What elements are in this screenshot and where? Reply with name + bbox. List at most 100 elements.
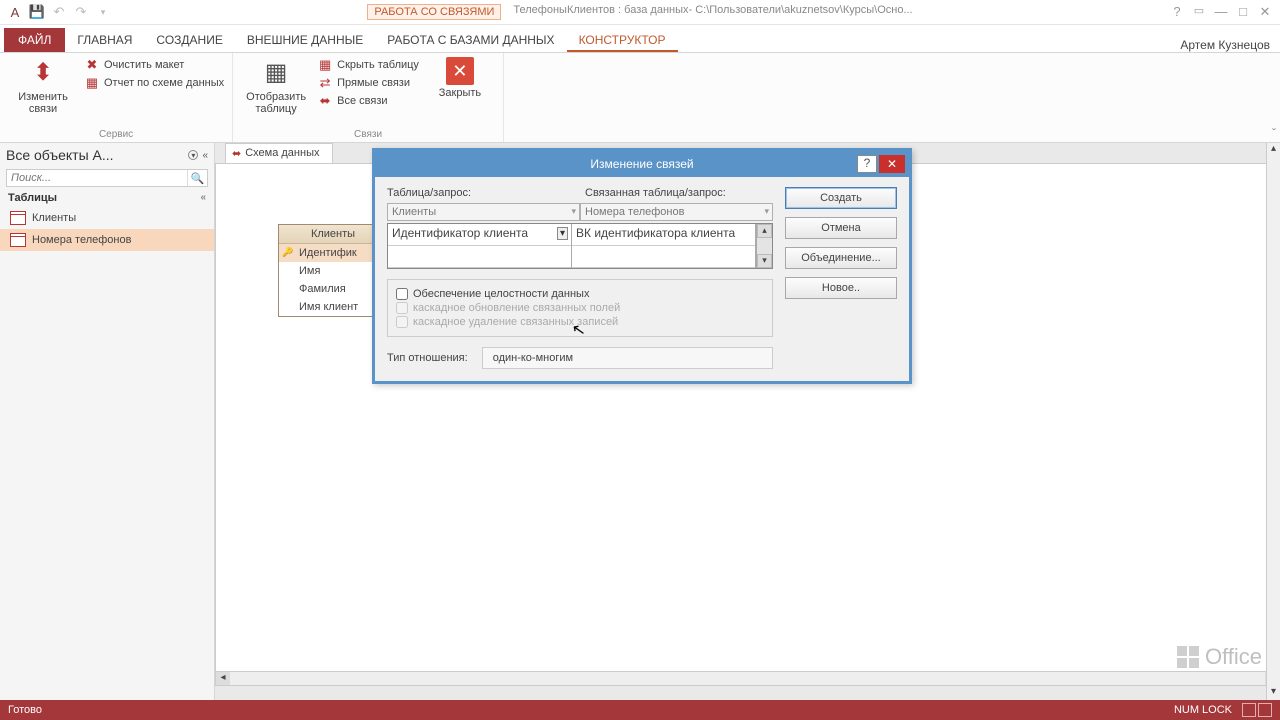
table-field[interactable]: Фамилия — [279, 280, 387, 298]
close-window-icon[interactable]: ✕ — [1258, 4, 1272, 20]
scroll-up-icon[interactable]: ▴ — [757, 224, 772, 238]
search-icon[interactable]: 🔍 — [187, 170, 207, 186]
edit-relationships-dialog: Изменение связей ? ✕ Таблица/запрос: Свя… — [372, 148, 912, 384]
minimize-icon[interactable]: — — [1214, 4, 1228, 20]
scroll-up-icon[interactable]: ▴ — [1267, 143, 1280, 157]
nav-item-phones[interactable]: Номера телефонов — [0, 229, 214, 251]
table-icon — [10, 211, 26, 225]
navigation-pane: Все объекты A... ▾ « 🔍 Таблицы « Клиенты… — [0, 143, 215, 700]
tab-file[interactable]: ФАЙЛ — [4, 28, 65, 52]
table-field[interactable]: Имя клиент — [279, 298, 387, 316]
nav-search[interactable]: 🔍 — [6, 169, 208, 187]
relationship-report-button[interactable]: ▦Отчет по схеме данных — [84, 75, 224, 91]
checkbox-cascade-delete-input — [396, 316, 408, 328]
dialog-title: Изменение связей — [590, 157, 693, 171]
nav-section-tables[interactable]: Таблицы « — [0, 189, 214, 207]
maximize-icon[interactable]: □ — [1236, 4, 1250, 20]
direct-relationships-button[interactable]: ⇄Прямые связи — [317, 75, 419, 91]
checkbox-area: Обеспечение целостности данных каскадное… — [387, 279, 773, 337]
dialog-close-icon[interactable]: ✕ — [879, 155, 905, 173]
tab-design[interactable]: КОНСТРУКТОР — [567, 27, 678, 52]
undo-icon[interactable]: ↶ — [50, 3, 68, 21]
nav-item-label: Клиенты — [32, 212, 76, 224]
vertical-scrollbar[interactable]: ▴ ▾ — [1266, 143, 1280, 700]
nav-header[interactable]: Все объекты A... ▾ « — [0, 143, 214, 167]
nav-item-label: Номера телефонов — [32, 234, 131, 246]
help-icon[interactable]: ? — [1170, 4, 1184, 20]
relationship-type-label: Тип отношения: — [387, 352, 468, 364]
ribbon-options-icon[interactable]: ▭ — [1192, 4, 1206, 20]
access-icon: A — [6, 3, 24, 21]
edit-relationships-label: Изменить связи — [8, 91, 78, 115]
checkbox-integrity[interactable]: Обеспечение целостности данных — [396, 288, 764, 300]
show-table-button[interactable]: ▦ Отобразить таблицу — [241, 57, 311, 115]
ribbon-group-relationships: ▦ Отобразить таблицу ▦ Скрыть таблицу ⇄Пр… — [233, 53, 504, 142]
document-tab[interactable]: ⬌ Схема данных — [225, 143, 333, 163]
qat-more-icon[interactable]: ▾ — [94, 3, 112, 21]
view-icon[interactable] — [1258, 703, 1272, 717]
table-icon — [10, 233, 26, 247]
clear-layout-button[interactable]: ✖Очистить макет — [84, 57, 224, 73]
scroll-down-icon[interactable]: ▾ — [1267, 686, 1280, 700]
save-icon[interactable]: 💾 — [28, 3, 46, 21]
tab-create[interactable]: СОЗДАНИЕ — [144, 27, 234, 52]
ribbon: ⬍ Изменить связи ✖Очистить макет ▦Отчет … — [0, 53, 1280, 143]
grid-field-right[interactable]: ВК идентификатора клиента — [572, 224, 755, 246]
dialog-left: Таблица/запрос: Связанная таблица/запрос… — [387, 187, 773, 369]
section-collapse-icon[interactable]: « — [200, 192, 206, 204]
scroll-down-icon[interactable]: ▾ — [757, 254, 772, 268]
status-numlock: NUM LOCK — [1174, 704, 1232, 716]
edit-relationships-icon: ⬍ — [27, 57, 59, 89]
nav-header-arrows: ▾ « — [188, 150, 208, 161]
new-button[interactable]: Новое.. — [785, 277, 897, 299]
search-input[interactable] — [7, 170, 187, 186]
user-name[interactable]: Артем Кузнецов — [1180, 38, 1280, 52]
document-tab-label: Схема данных — [245, 147, 319, 160]
scroll-left-icon[interactable]: ◂ — [216, 672, 230, 685]
nav-item-clients[interactable]: Клиенты — [0, 207, 214, 229]
dialog-body: Таблица/запрос: Связанная таблица/запрос… — [375, 177, 909, 381]
grid-empty-cell[interactable] — [388, 246, 571, 268]
tab-dbtools[interactable]: РАБОТА С БАЗАМИ ДАННЫХ — [375, 27, 566, 52]
nav-section-label: Таблицы — [8, 192, 57, 204]
office-logo-text: Office — [1205, 644, 1262, 670]
dialog-buttons: Создать Отмена Объединение... Новое.. — [785, 187, 897, 369]
ribbon-tabs: ФАЙЛ ГЛАВНАЯ СОЗДАНИЕ ВНЕШНИЕ ДАННЫЕ РАБ… — [0, 25, 1280, 53]
checkbox-cascade-delete: каскадное удаление связанных записей — [396, 316, 764, 328]
table-field-pk[interactable]: Идентифик — [279, 244, 387, 262]
hide-table-icon: ▦ — [317, 57, 333, 73]
nav-header-label: Все объекты A... — [6, 147, 114, 163]
table-box-header: Клиенты — [279, 225, 387, 244]
group-label-service: Сервис — [8, 129, 224, 140]
ribbon-collapse-icon[interactable]: ˇ — [1272, 126, 1276, 140]
grid-empty-cell[interactable] — [572, 246, 755, 268]
dialog-help-icon[interactable]: ? — [857, 155, 877, 173]
view-buttons[interactable] — [1242, 703, 1272, 717]
combo-related-table[interactable]: Номера телефонов — [580, 203, 773, 221]
grid-scrollbar[interactable]: ▴ ▾ — [756, 224, 772, 268]
label-related-table: Связанная таблица/запрос: — [585, 187, 773, 199]
all-relationships-button[interactable]: ⬌Все связи — [317, 93, 419, 109]
cancel-button[interactable]: Отмена — [785, 217, 897, 239]
create-button[interactable]: Создать — [785, 187, 897, 209]
show-table-icon: ▦ — [260, 57, 292, 89]
redo-icon[interactable]: ↷ — [72, 3, 90, 21]
checkbox-cascade-delete-label: каскадное удаление связанных записей — [413, 316, 618, 328]
tab-home[interactable]: ГЛАВНАЯ — [65, 27, 144, 52]
tab-external[interactable]: ВНЕШНИЕ ДАННЫЕ — [235, 27, 375, 52]
checkbox-integrity-label: Обеспечение целостности данных — [413, 288, 589, 300]
dialog-title-bar[interactable]: Изменение связей ? ✕ — [375, 151, 909, 177]
hide-table-label: Скрыть таблицу — [337, 59, 419, 71]
join-button[interactable]: Объединение... — [785, 247, 897, 269]
horizontal-scrollbar[interactable]: ◂ ▸ — [216, 671, 1279, 685]
checkbox-integrity-input[interactable] — [396, 288, 408, 300]
close-label: Закрыть — [439, 87, 481, 99]
combo-table[interactable]: Клиенты — [387, 203, 580, 221]
office-logo: Office — [1177, 644, 1262, 670]
table-field[interactable]: Имя — [279, 262, 387, 280]
close-button[interactable]: ✕ Закрыть — [425, 57, 495, 99]
edit-relationships-button[interactable]: ⬍ Изменить связи — [8, 57, 78, 115]
grid-field-left[interactable]: Идентификатор клиента — [388, 224, 571, 246]
hide-table-button[interactable]: ▦ Скрыть таблицу — [317, 57, 419, 73]
view-icon[interactable] — [1242, 703, 1256, 717]
